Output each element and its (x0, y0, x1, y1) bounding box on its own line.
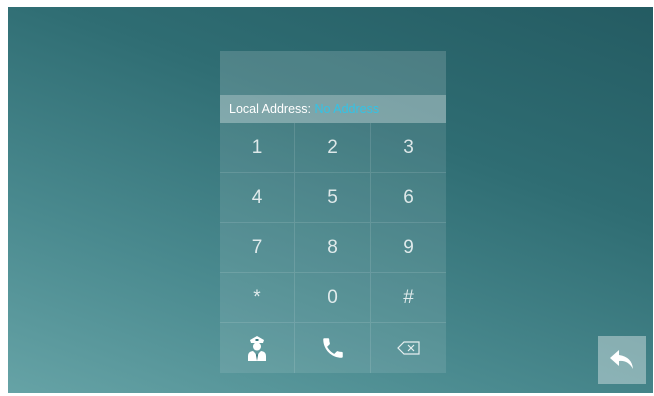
key-4[interactable]: 4 (220, 173, 295, 223)
back-button[interactable] (598, 336, 646, 384)
phone-icon (322, 338, 343, 358)
intercom-screen: Local Address: No Address 1 2 3 4 5 6 7 … (8, 7, 653, 393)
call-button[interactable] (295, 323, 371, 373)
key-1[interactable]: 1 (220, 123, 295, 173)
local-address-value: No Address (314, 102, 380, 116)
key-5[interactable]: 5 (295, 173, 371, 223)
back-arrow-icon (610, 350, 633, 369)
call-guard-button[interactable] (220, 323, 295, 373)
key-star[interactable]: * (220, 273, 295, 323)
dial-display (220, 51, 446, 95)
key-8[interactable]: 8 (295, 223, 371, 273)
guard-icon (248, 336, 266, 361)
key-9[interactable]: 9 (371, 223, 446, 273)
key-7[interactable]: 7 (220, 223, 295, 273)
key-2[interactable]: 2 (295, 123, 371, 173)
keypad: 1 2 3 4 5 6 7 8 9 * 0 # (220, 123, 446, 373)
local-address-bar: Local Address: No Address (220, 95, 446, 123)
dial-panel: Local Address: No Address 1 2 3 4 5 6 7 … (220, 51, 446, 373)
backspace-icon (396, 341, 420, 355)
key-3[interactable]: 3 (371, 123, 446, 173)
local-address-label: Local Address: (229, 102, 311, 116)
key-6[interactable]: 6 (371, 173, 446, 223)
key-hash[interactable]: # (371, 273, 446, 323)
backspace-button[interactable] (371, 323, 446, 373)
key-0[interactable]: 0 (295, 273, 371, 323)
